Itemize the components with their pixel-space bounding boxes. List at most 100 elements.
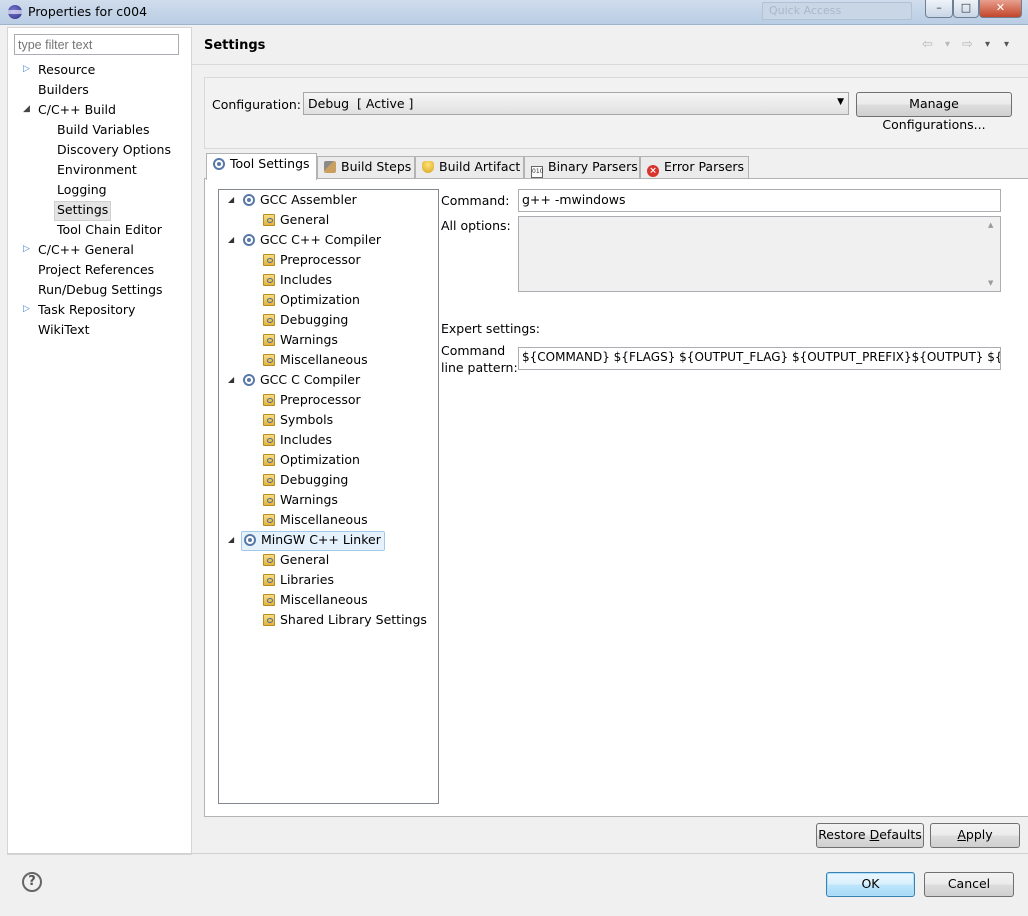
tool-tree-label: Miscellaneous [280, 352, 368, 367]
tool-tree-leaf[interactable]: Symbols [261, 411, 333, 429]
options-folder-icon [263, 554, 275, 566]
manage-configurations-button[interactable]: Manage Configurations... [856, 92, 1012, 132]
tool-tree-label: Libraries [280, 572, 334, 587]
command-field[interactable]: g++ -mwindows [518, 189, 1001, 212]
tool-tree-leaf[interactable]: Preprocessor [261, 251, 361, 269]
tool-tree-node[interactable]: GCC C Compiler [241, 371, 360, 389]
options-folder-icon [263, 594, 275, 606]
sidebar-item-label: Resource [38, 62, 96, 77]
all-options-label: All options: [441, 218, 511, 233]
sidebar-item[interactable]: Settings [54, 201, 112, 221]
command-line-pattern-label-1: Command [441, 343, 506, 358]
sidebar-item[interactable]: Build Variables [57, 121, 149, 139]
cancel-button[interactable]: Cancel [924, 872, 1014, 897]
collapse-icon[interactable]: ◢ [228, 195, 234, 204]
tool-tree-leaf[interactable]: Optimization [261, 291, 360, 309]
forward-menu-icon[interactable]: ▾ [985, 39, 990, 50]
sidebar-item[interactable]: Discovery Options [57, 141, 171, 159]
options-folder-icon [263, 474, 275, 486]
all-options-textarea[interactable]: ▲ ▼ [518, 216, 1001, 292]
sidebar-item[interactable]: Builders [38, 81, 89, 99]
collapse-icon[interactable]: ◢ [23, 104, 30, 114]
ok-button[interactable]: OK [826, 872, 915, 897]
expand-icon[interactable]: ▷ [23, 64, 30, 74]
tool-tree-leaf[interactable]: Debugging [261, 311, 348, 329]
tool-tree-node[interactable]: GCC C++ Compiler [241, 231, 381, 249]
sidebar-item[interactable]: Tool Chain Editor [57, 221, 162, 239]
tool-tree-leaf[interactable]: Includes [261, 431, 332, 449]
vertical-scrollbar[interactable]: ▲ ▼ [984, 217, 1000, 291]
restore-label-b: efaults [879, 827, 922, 842]
options-folder-icon [263, 434, 275, 446]
scroll-down-icon[interactable]: ▼ [988, 279, 993, 287]
minimize-button[interactable]: – [925, 0, 953, 18]
collapse-icon[interactable]: ◢ [228, 235, 234, 244]
sidebar-item[interactable]: Run/Debug Settings [38, 281, 163, 299]
command-line-pattern-field[interactable]: ${COMMAND} ${FLAGS} ${OUTPUT_FLAG} ${OUT… [518, 347, 1001, 370]
sidebar-item[interactable]: Logging [57, 181, 107, 199]
close-button[interactable]: ✕ [979, 0, 1022, 18]
scroll-up-icon[interactable]: ▲ [988, 221, 993, 229]
back-menu-icon[interactable]: ▾ [945, 39, 950, 50]
window-title: Properties for c004 [28, 4, 148, 19]
sidebar-item[interactable]: Task Repository [38, 301, 135, 319]
view-menu-icon[interactable]: ▾ [1004, 39, 1009, 50]
tool-tree-leaf[interactable]: Debugging [261, 471, 348, 489]
tool-tree-label: Optimization [280, 452, 360, 467]
tool-tree-label: Shared Library Settings [280, 612, 427, 627]
tool-tree-leaf[interactable]: Preprocessor [261, 391, 361, 409]
back-arrow-icon[interactable]: ⇦ [922, 37, 933, 52]
tool-tree-leaf[interactable]: Warnings [261, 331, 338, 349]
tool-tree-leaf[interactable]: Miscellaneous [261, 511, 368, 529]
tool-tree-leaf[interactable]: Shared Library Settings [261, 611, 427, 629]
tool-tree-leaf[interactable]: Miscellaneous [261, 591, 368, 609]
error-icon: × [647, 165, 659, 177]
tool-tree-leaf[interactable]: Miscellaneous [261, 351, 368, 369]
tool-tree-label: Debugging [280, 312, 349, 327]
restore-mnemonic: D [869, 827, 880, 842]
sidebar-item-label: C/C++ Build [38, 102, 116, 117]
maximize-button[interactable]: □ [953, 0, 979, 18]
tool-tree-node[interactable]: GCC Assembler [241, 191, 357, 209]
sidebar-item[interactable]: Resource [38, 61, 95, 79]
collapse-icon[interactable]: ◢ [228, 375, 234, 384]
expand-icon[interactable]: ▷ [23, 244, 30, 254]
sidebar-item[interactable]: Environment [57, 161, 137, 179]
tab-build-steps[interactable]: Build Steps [317, 156, 415, 178]
tool-tree-label: Includes [280, 272, 333, 287]
tool-tree-leaf[interactable]: General [261, 211, 329, 229]
help-icon[interactable]: ? [22, 872, 42, 892]
tab-error-parsers[interactable]: × Error Parsers [640, 156, 749, 178]
sidebar-item[interactable]: Project References [38, 261, 154, 279]
forward-arrow-icon[interactable]: ⇨ [962, 37, 973, 52]
tool-tree-leaf[interactable]: Includes [261, 271, 332, 289]
collapse-icon[interactable]: ◢ [228, 535, 234, 544]
hammer-icon [324, 161, 336, 173]
apply-label: pply [965, 827, 993, 842]
restore-defaults-button[interactable]: Restore Defaults [816, 823, 924, 848]
tool-tree-label: Symbols [280, 412, 334, 427]
tool-tree-leaf[interactable]: Warnings [261, 491, 338, 509]
quick-access-input[interactable]: Quick Access [762, 2, 912, 20]
tool-tree-label: General [280, 212, 330, 227]
expand-icon[interactable]: ▷ [23, 304, 30, 314]
tab-label: Build Steps [341, 159, 412, 174]
options-folder-icon [263, 314, 275, 326]
tab-build-artifact[interactable]: Build Artifact [415, 156, 524, 178]
tool-tree-node[interactable]: MinGW C++ Linker [241, 531, 385, 551]
sidebar-item[interactable]: WikiText [38, 321, 90, 339]
sidebar-item-label: Environment [57, 162, 137, 177]
configuration-select[interactable]: Debug [ Active ] ▼ [303, 92, 849, 115]
tab-tool-settings[interactable]: Tool Settings [206, 153, 317, 180]
filter-input[interactable] [14, 34, 179, 55]
sidebar-item[interactable]: C/C++ General [38, 241, 134, 259]
tool-tree-leaf[interactable]: Libraries [261, 571, 334, 589]
sidebar-item[interactable]: C/C++ Build [38, 101, 116, 119]
tab-binary-parsers[interactable]: 010 Binary Parsers [524, 156, 640, 178]
tool-tree-label: Warnings [280, 332, 338, 347]
sidebar-item-label: Tool Chain Editor [57, 222, 162, 237]
apply-button[interactable]: Apply [930, 823, 1020, 848]
tool-tree-label: GCC C++ Compiler [260, 232, 382, 247]
tool-tree-leaf[interactable]: General [261, 551, 329, 569]
tool-tree-leaf[interactable]: Optimization [261, 451, 360, 469]
